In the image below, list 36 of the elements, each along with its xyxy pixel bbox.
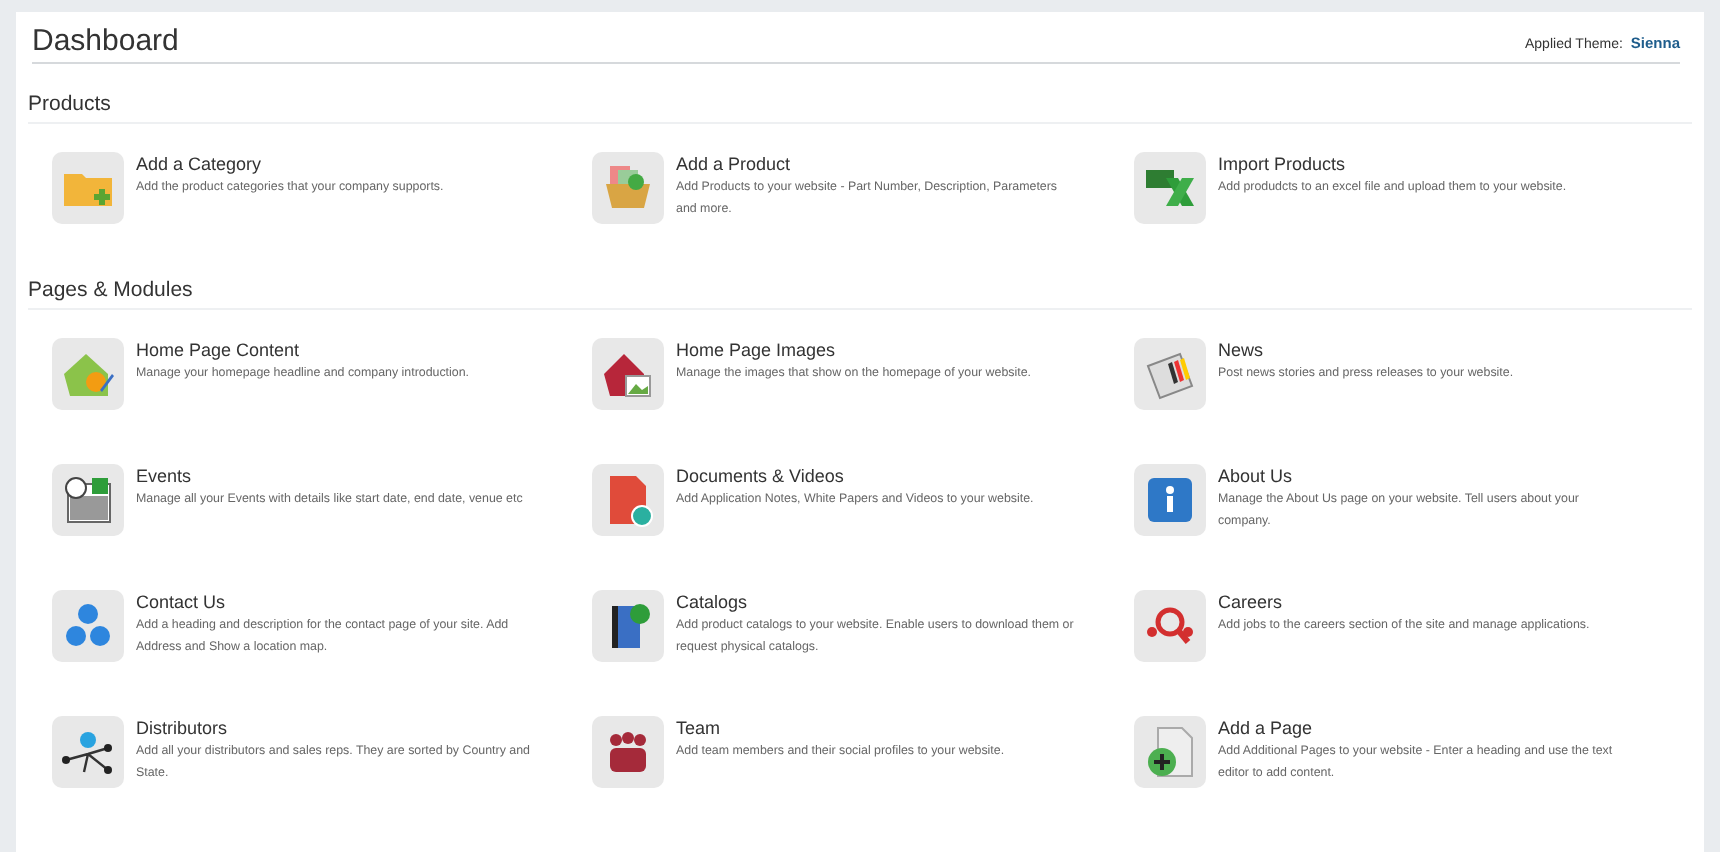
module-tile[interactable] xyxy=(52,464,124,536)
module-tile[interactable] xyxy=(592,464,664,536)
module-tile[interactable] xyxy=(592,716,664,788)
module-title[interactable]: Distributors xyxy=(136,718,536,740)
module-title[interactable]: Add a Page xyxy=(1218,718,1618,740)
module-title[interactable]: Import Products xyxy=(1218,154,1567,176)
module-title[interactable]: News xyxy=(1218,340,1514,362)
module-title[interactable]: Events xyxy=(136,466,523,488)
module-title[interactable]: Add a Category xyxy=(136,154,444,176)
module-title[interactable]: Documents & Videos xyxy=(676,466,1034,488)
module-title[interactable]: Home Page Images xyxy=(676,340,1031,362)
page-plus-icon xyxy=(1142,724,1198,780)
module-tile[interactable] xyxy=(1134,716,1206,788)
module-tile[interactable] xyxy=(52,590,124,662)
module-title[interactable]: Home Page Content xyxy=(136,340,469,362)
page-title: Dashboard xyxy=(32,24,179,58)
module-title[interactable]: Careers xyxy=(1218,592,1590,614)
module-tile[interactable] xyxy=(1134,590,1206,662)
module-tile[interactable] xyxy=(592,338,664,410)
module-tile[interactable] xyxy=(592,590,664,662)
module-title[interactable]: Team xyxy=(676,718,1005,740)
module-tile[interactable] xyxy=(592,152,664,224)
module-tile[interactable] xyxy=(52,716,124,788)
module-title[interactable]: Contact Us xyxy=(136,592,536,614)
module-title[interactable]: Catalogs xyxy=(676,592,1076,614)
module-tile[interactable] xyxy=(52,152,124,224)
module-tile[interactable] xyxy=(1134,338,1206,410)
module-tile[interactable] xyxy=(52,338,124,410)
section-title: Pages & Modules xyxy=(28,278,1692,310)
module-tile[interactable] xyxy=(1134,152,1206,224)
section-title: Products xyxy=(28,92,1692,124)
module-title[interactable]: About Us xyxy=(1218,466,1618,488)
module-title[interactable]: Add a Product xyxy=(676,154,1076,176)
module-tile[interactable] xyxy=(1134,464,1206,536)
calendar-icon xyxy=(60,472,116,528)
info-icon xyxy=(1142,472,1198,528)
